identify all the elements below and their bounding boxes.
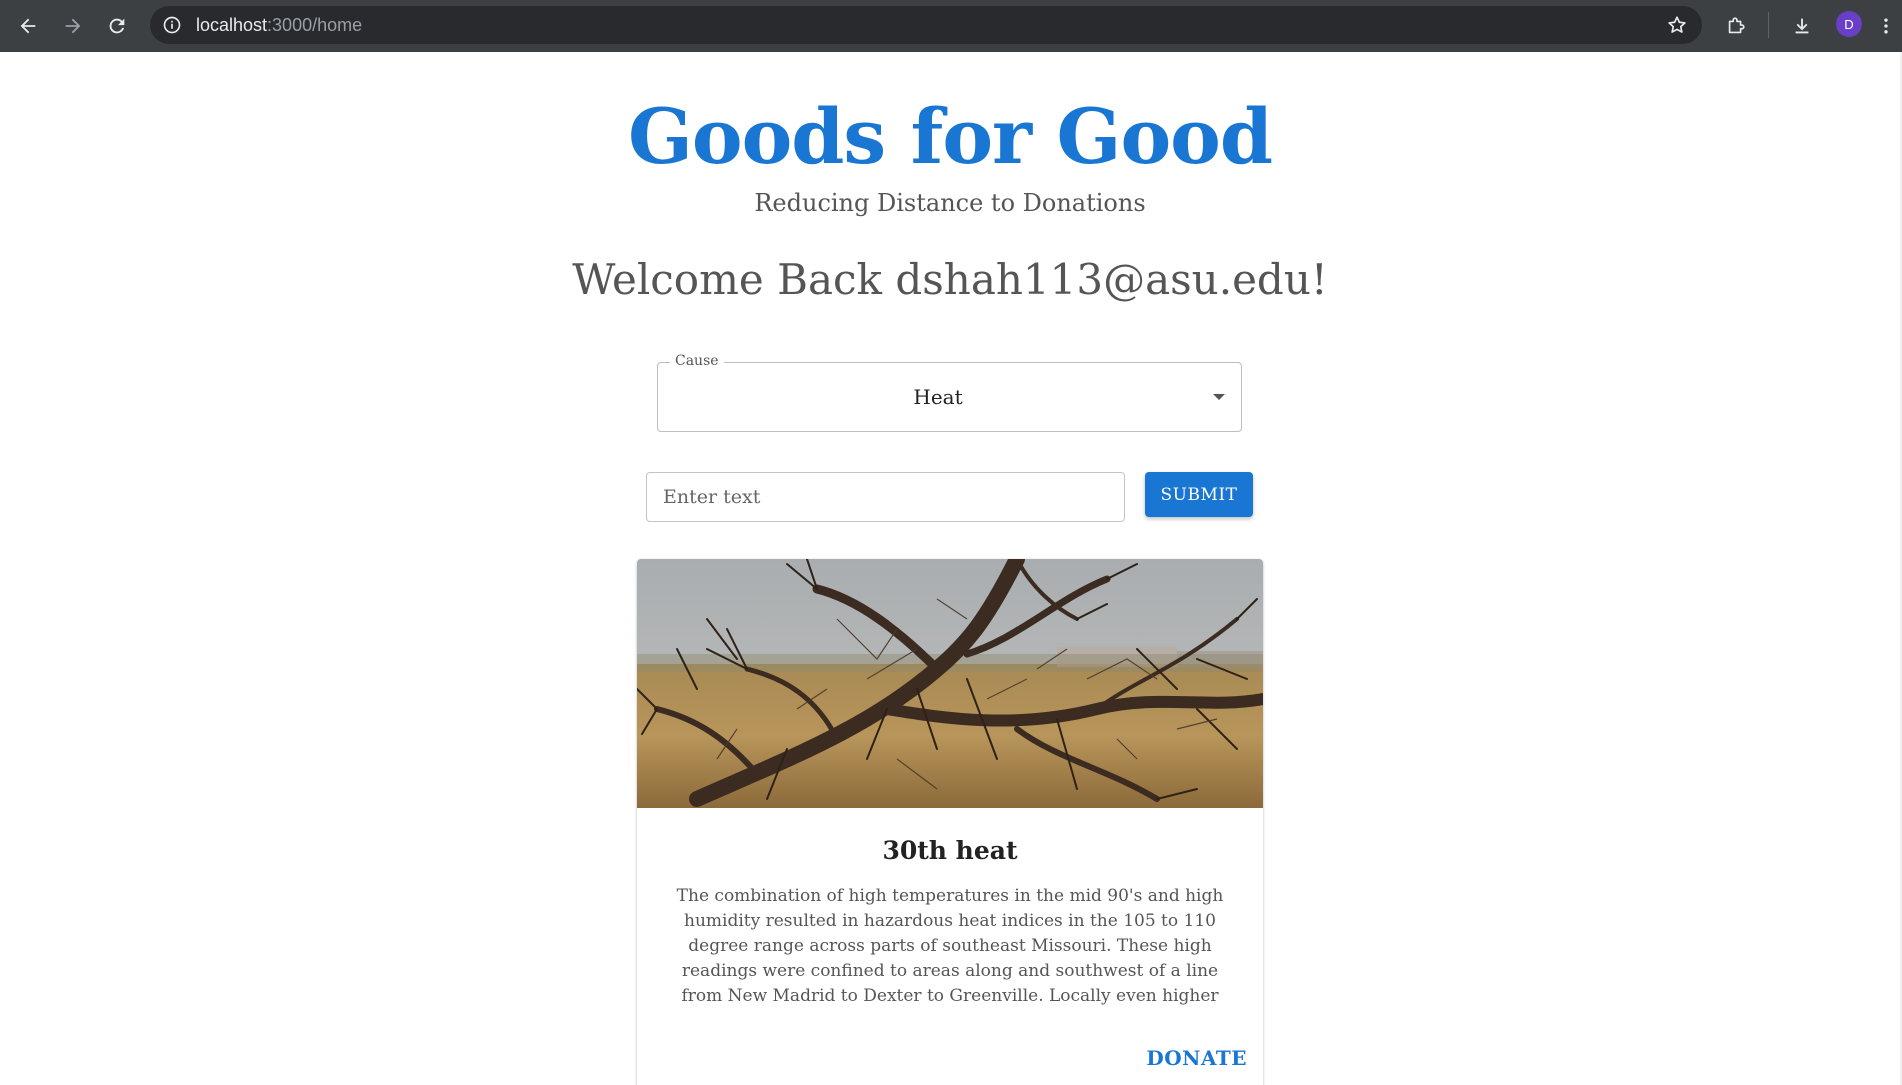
extensions-button[interactable] (1722, 12, 1750, 40)
browser-menu-button[interactable] (1876, 12, 1896, 40)
site-title: Goods for Good (628, 92, 1273, 181)
submit-button[interactable]: SUBMIT (1145, 472, 1253, 517)
site-info-icon[interactable] (162, 15, 182, 35)
cause-card: 30th heat The combination of high temper… (637, 559, 1263, 1085)
reload-icon (109, 18, 125, 34)
dropdown-arrow-icon (1213, 394, 1225, 400)
donate-button[interactable]: DONATE (1146, 1046, 1247, 1070)
forward-arrow-icon (65, 18, 81, 34)
url-text[interactable]: localhost:3000/home (196, 15, 362, 36)
url-path: :3000/home (267, 15, 363, 35)
welcome-message: Welcome Back dshah113@asu.edu! (572, 255, 1328, 304)
url-host: localhost (196, 15, 268, 35)
cause-select-label: Cause (670, 353, 724, 369)
card-description: The combination of high temperatures in … (676, 886, 1224, 1006)
page-content: Goods for Good Reducing Distance to Dona… (0, 52, 1902, 1085)
toolbar-divider (1768, 12, 1769, 38)
menu-dots-icon (1884, 18, 1888, 34)
forward-button[interactable] (58, 11, 88, 41)
card-title: 30th heat (882, 836, 1018, 865)
browser-toolbar: localhost:3000/home D (0, 0, 1902, 52)
address-bar[interactable]: localhost:3000/home (150, 6, 1702, 44)
card-image (637, 559, 1263, 808)
download-icon (1795, 18, 1809, 34)
extensions-icon (1728, 17, 1745, 34)
back-arrow-icon (20, 18, 36, 34)
site-subtitle: Reducing Distance to Donations (754, 189, 1146, 217)
cause-select[interactable]: Cause Heat (657, 353, 1242, 432)
cause-select-value: Heat (913, 385, 963, 409)
profile-avatar[interactable]: D (1836, 11, 1862, 37)
downloads-button[interactable] (1788, 12, 1816, 40)
search-text-input[interactable] (646, 472, 1125, 522)
reload-button[interactable] (102, 11, 132, 41)
bookmark-star-icon[interactable] (1666, 14, 1688, 36)
back-button[interactable] (13, 11, 43, 41)
